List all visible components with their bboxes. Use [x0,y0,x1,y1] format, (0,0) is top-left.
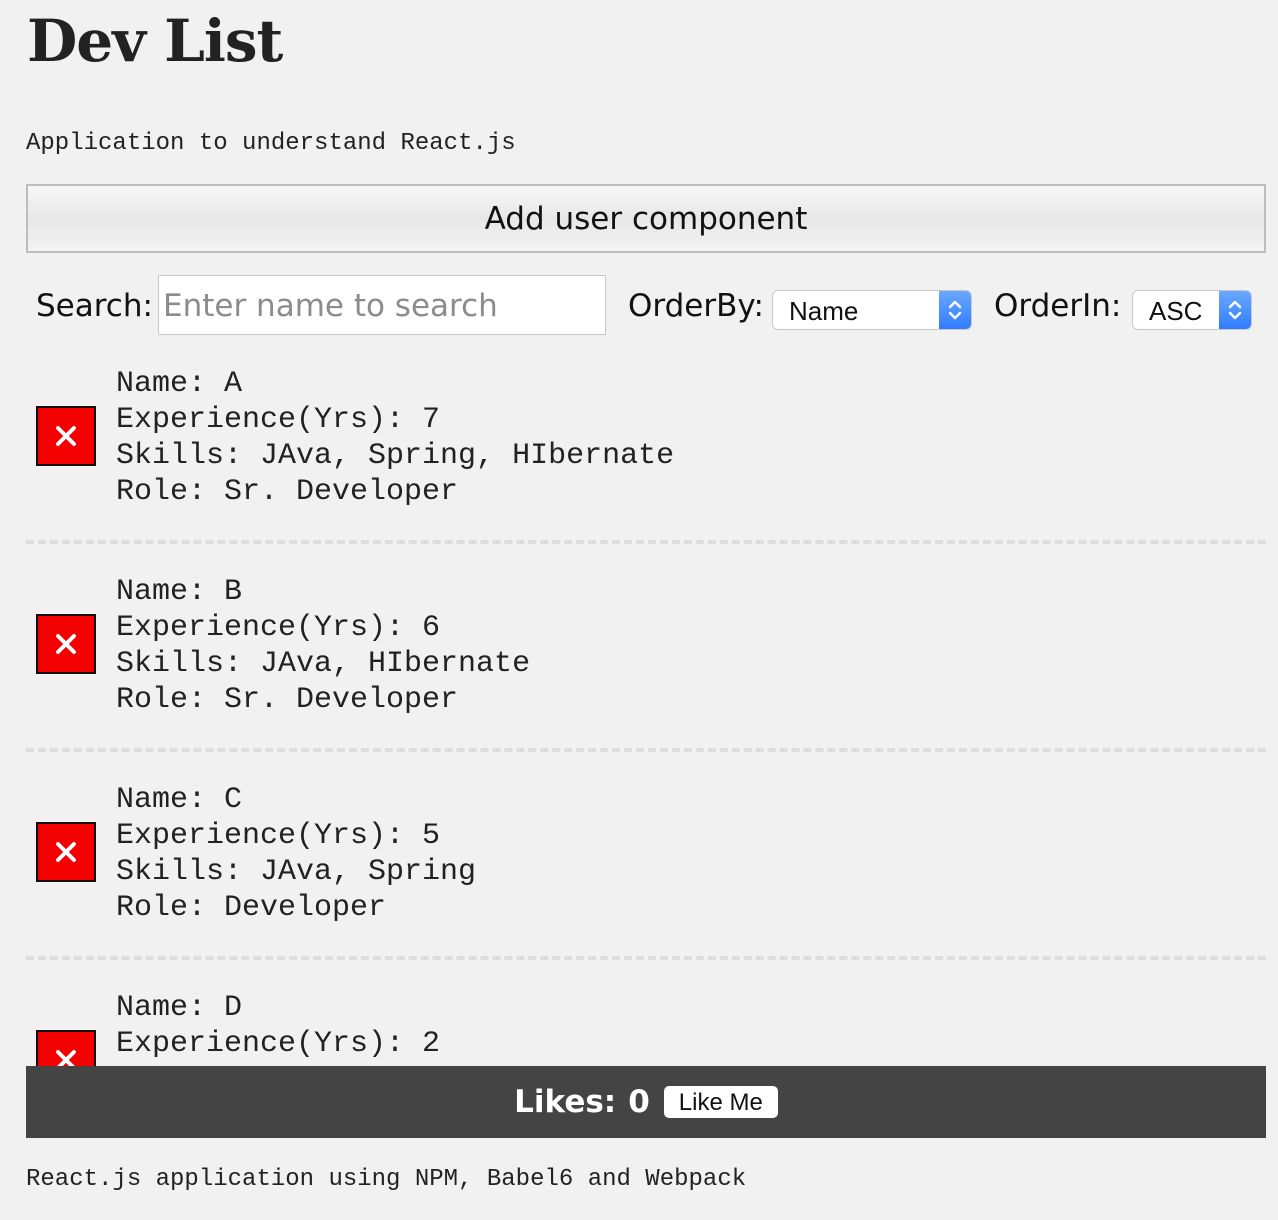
orderin-select[interactable]: ASC [1132,290,1252,330]
list-divider [26,748,1266,752]
delete-user-button[interactable] [36,406,96,466]
likes-bar: Likes: 0 Like Me [26,1066,1266,1138]
delete-user-button[interactable] [36,614,96,674]
like-me-button[interactable]: Like Me [663,1086,778,1118]
user-name: Name: A [116,367,243,401]
user-skills: Skills: JAva, Spring, HIbernate [116,439,675,473]
list-item: Name: A Experience(Yrs): 7 Skills: JAva,… [26,366,1266,574]
user-details: Name: C Experience(Yrs): 5 Skills: JAva,… [116,782,476,926]
page-title: Dev List [27,7,283,75]
likes-count: 0 [628,1084,650,1120]
user-experience: Experience(Yrs): 5 [116,819,441,853]
user-role: Role: Sr. Developer [116,683,459,717]
orderby-select[interactable]: Name [772,290,972,330]
list-divider [26,540,1266,544]
user-details: Name: A Experience(Yrs): 7 Skills: JAva,… [116,366,674,510]
list-item: Name: D Experience(Yrs): 2 [26,990,1266,1066]
orderin-label: OrderIn: [994,288,1122,324]
search-label: Search: [36,288,153,324]
close-icon [56,1050,76,1066]
close-icon [56,634,76,654]
orderin-selected-value: ASC [1149,296,1203,326]
user-role: Role: Sr. Developer [116,475,459,509]
user-name: Name: D [116,991,243,1025]
chevron-up-down-icon [1219,291,1251,329]
filter-controls: Search: OrderBy: Name OrderIn: ASC [36,275,1261,337]
likes-label: Likes: [514,1084,617,1120]
orderby-selected-value: Name [789,296,859,326]
close-icon [56,426,76,446]
close-icon [56,842,76,862]
footer-text: React.js application using NPM, Babel6 a… [26,1166,747,1193]
user-details: Name: B Experience(Yrs): 6 Skills: JAva,… [116,574,530,718]
list-item: Name: B Experience(Yrs): 6 Skills: JAva,… [26,574,1266,782]
developer-list[interactable]: Name: A Experience(Yrs): 7 Skills: JAva,… [26,366,1266,1066]
user-experience: Experience(Yrs): 7 [116,403,441,437]
chevron-up-down-icon [939,291,971,329]
user-role: Role: Developer [116,891,387,925]
user-experience: Experience(Yrs): 6 [116,611,441,645]
delete-user-button[interactable] [36,822,96,882]
user-name: Name: B [116,575,243,609]
list-item: Name: C Experience(Yrs): 5 Skills: JAva,… [26,782,1266,990]
likes-summary: Likes: 0 [514,1084,650,1120]
user-skills: Skills: JAva, HIbernate [116,647,531,681]
search-input[interactable] [158,275,606,335]
list-divider [26,956,1266,960]
user-skills: Skills: JAva, Spring [116,855,477,889]
user-name: Name: C [116,783,243,817]
orderby-label: OrderBy: [628,288,764,324]
user-details: Name: D Experience(Yrs): 2 [116,990,440,1062]
dev-list-page: Dev List Application to understand React… [0,0,1278,1220]
add-user-component-button[interactable]: Add user component [26,184,1266,253]
user-experience: Experience(Yrs): 2 [116,1027,441,1061]
delete-user-button[interactable] [36,1030,96,1066]
page-subtitle: Application to understand React.js [26,130,516,157]
